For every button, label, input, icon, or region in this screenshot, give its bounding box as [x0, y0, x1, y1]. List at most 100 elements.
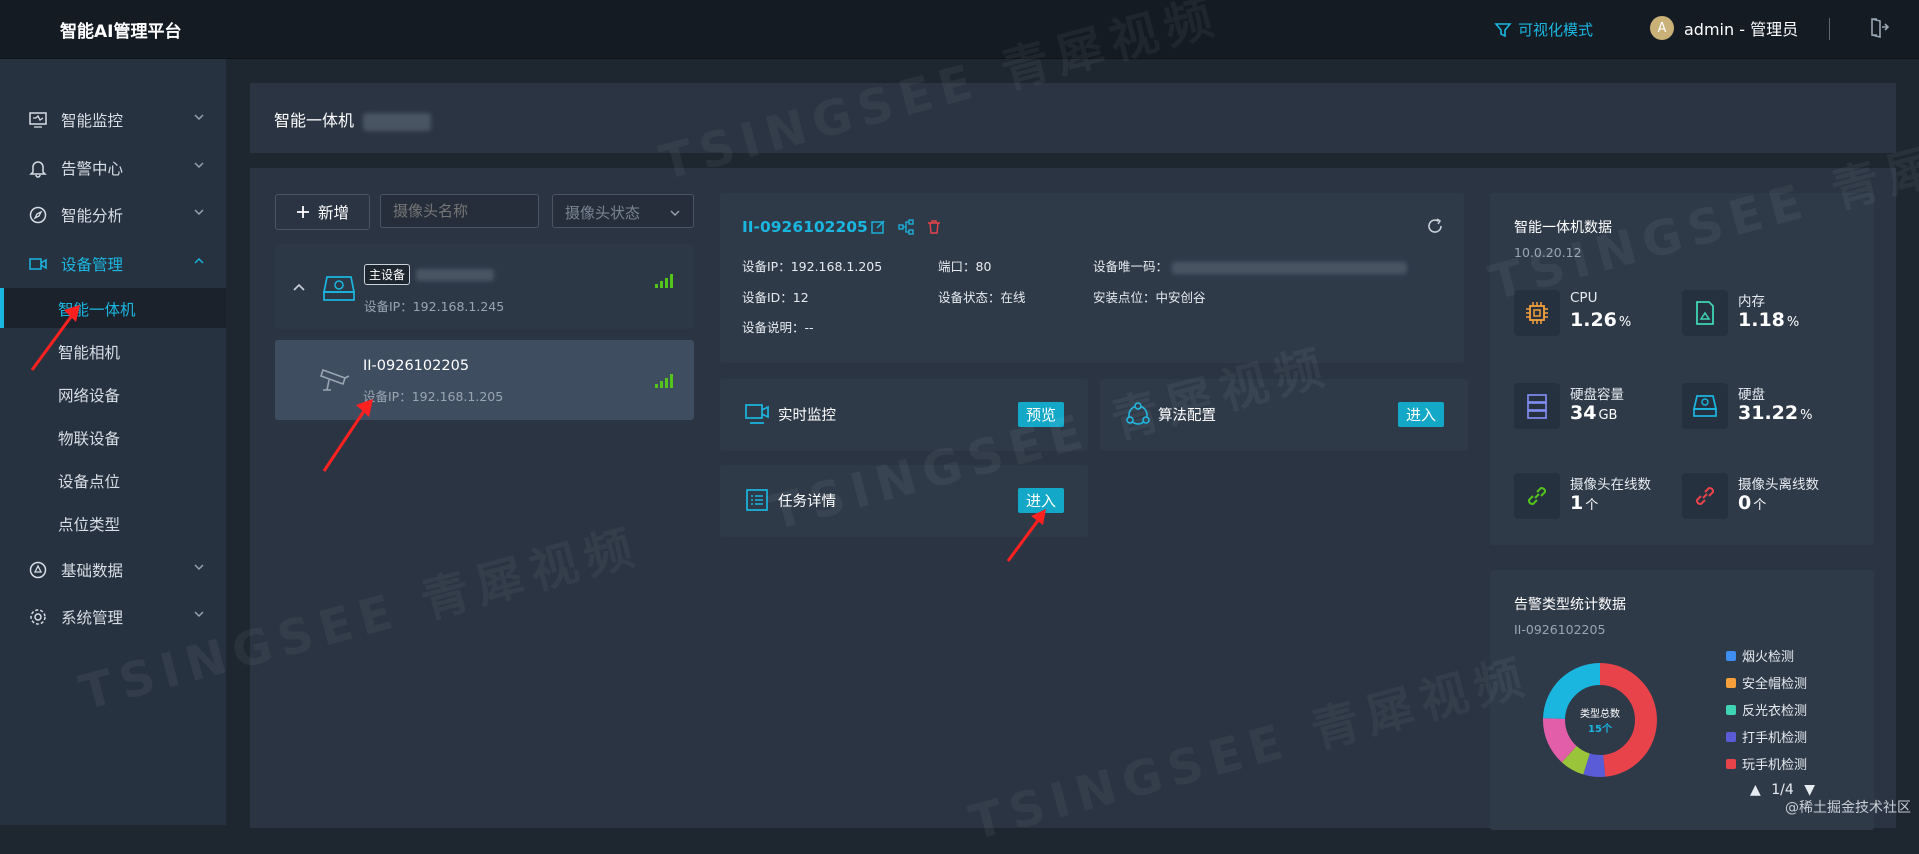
- breadcrumb: 智能一体机: [274, 107, 432, 131]
- legend-item[interactable]: 烟火检测: [1726, 646, 1794, 665]
- chevron-down-icon: [670, 210, 680, 216]
- sidebar-item-alarm[interactable]: 告警中心: [0, 147, 226, 187]
- alarm-stats-device: II-0926102205: [1514, 622, 1606, 637]
- device-info-panel: II-0926102205 设备IP：192.168.1.205 端口：80 设…: [720, 193, 1464, 363]
- annotation-arrow: [30, 305, 80, 371]
- sidebar-item-analysis[interactable]: 智能分析: [0, 194, 226, 234]
- link-icon: [1514, 473, 1560, 519]
- legend-pager: ▲ 1/4 ▼: [1750, 782, 1815, 798]
- edit-icon[interactable]: [870, 219, 886, 235]
- alarm-donut-chart: 类型总数 15个: [1543, 663, 1657, 777]
- app-title: 智能AI管理平台: [60, 22, 182, 42]
- device-ip-label: 设备IP：: [364, 299, 413, 314]
- chevron-down-icon: [194, 114, 204, 120]
- stat-disk: 硬盘 31.22%: [1682, 383, 1852, 435]
- signal-icon: [655, 374, 675, 388]
- sidebar-item-label: 设备管理: [61, 256, 124, 274]
- memory-card-icon: [1682, 290, 1728, 336]
- camera-status-select[interactable]: 摄像头状态: [552, 194, 694, 228]
- chevron-down-icon: [194, 209, 204, 215]
- add-button-label: 新增: [317, 204, 349, 222]
- monitor-icon: [29, 112, 47, 128]
- chevron-down-icon: [194, 564, 204, 570]
- topology-icon[interactable]: [898, 219, 914, 235]
- stat-camera-offline: 摄像头离线数 0个: [1682, 473, 1852, 525]
- stat-disk-capacity: 硬盘容量 34 GB: [1514, 383, 1684, 435]
- gear-icon: [30, 609, 46, 625]
- logout-icon: [1871, 18, 1890, 39]
- device-name: II-0926102205: [363, 358, 470, 374]
- pager-next-button[interactable]: ▼: [1804, 782, 1815, 798]
- redacted-text: [363, 112, 432, 131]
- sidebar-item-device-management[interactable]: 设备管理: [0, 243, 226, 283]
- alarm-stats-title: 告警类型统计数据: [1514, 597, 1626, 613]
- device-info-uid-label: 设备唯一码：: [1093, 259, 1169, 274]
- bell-icon: [29, 161, 47, 178]
- avatar: A: [1650, 16, 1674, 40]
- footer-credit: @稀土掘金技术社区: [1785, 800, 1911, 816]
- server-icon: [1514, 383, 1560, 429]
- device-info-id: 设备ID：12: [742, 290, 809, 305]
- logout-button[interactable]: [1868, 16, 1890, 42]
- sidebar-item-label: 告警中心: [61, 160, 124, 178]
- data-icon: [29, 561, 47, 579]
- stat-memory: 内存 1.18%: [1682, 290, 1852, 342]
- sidebar-subitem-point-type[interactable]: 点位类型: [0, 503, 226, 543]
- redacted-text: [1172, 261, 1407, 274]
- primary-device-tag: 主设备: [364, 264, 411, 285]
- chevron-up-icon: [194, 258, 204, 264]
- visualization-mode-link[interactable]: 可视化模式: [1494, 19, 1593, 40]
- legend-item[interactable]: 打手机检测: [1726, 727, 1807, 746]
- camera-status-placeholder: 摄像头状态: [565, 204, 641, 222]
- user-menu[interactable]: A admin - 管理员: [1650, 16, 1798, 40]
- sidebar-subitem-network-device[interactable]: 网络设备: [0, 374, 226, 414]
- user-name: admin - 管理员: [1684, 20, 1799, 39]
- sidebar-item-label: 智能监控: [61, 112, 124, 130]
- device-card-primary[interactable]: 主设备 设备IP：192.168.1.245: [275, 244, 694, 329]
- delete-icon[interactable]: [926, 219, 942, 235]
- legend-item[interactable]: 反光衣检测: [1726, 700, 1807, 719]
- sidebar-item-monitor[interactable]: 智能监控: [0, 99, 226, 139]
- algorithm-enter-button[interactable]: 进入: [1397, 402, 1444, 427]
- sidebar-item-label: 系统管理: [61, 609, 124, 627]
- add-button[interactable]: 新增: [275, 194, 370, 230]
- device-ip: 192.168.1.205: [411, 389, 504, 404]
- camera-name-input[interactable]: [380, 194, 539, 228]
- plus-icon: [296, 206, 309, 218]
- camera-icon: [319, 368, 350, 391]
- stat-camera-online: 摄像头在线数 1个: [1514, 473, 1684, 525]
- compass-icon: [29, 206, 47, 224]
- broken-link-icon: [1682, 473, 1728, 519]
- device-info-status: 设备状态：在线: [938, 290, 1026, 305]
- device-info-name: II-0926102205: [742, 218, 868, 236]
- device-ip: 192.168.1.245: [412, 299, 505, 314]
- refresh-icon[interactable]: [1426, 217, 1444, 235]
- device-info-port: 端口：80: [938, 259, 992, 274]
- sidebar-item-label: 智能分析: [61, 207, 124, 225]
- sidebar-item-label: 基础数据: [61, 562, 124, 580]
- signal-icon: [655, 274, 675, 288]
- sidebar-item-base-data[interactable]: 基础数据: [0, 549, 226, 589]
- device-info-desc: 设备说明：--: [742, 320, 814, 335]
- alarm-stats-panel: 告警类型统计数据 II-0926102205 类型总数 15个 烟火检测 安全帽…: [1490, 570, 1874, 830]
- chevron-down-icon: [194, 162, 204, 168]
- device-info-location: 安装点位：中安创谷: [1093, 290, 1206, 305]
- filter-icon: [1494, 22, 1512, 37]
- video-monitor-icon: [745, 404, 769, 424]
- pager-text: 1/4: [1771, 782, 1794, 798]
- chevron-up-icon: [293, 283, 305, 291]
- donut-center-value: 15个: [1588, 722, 1613, 735]
- donut-center-label: 类型总数: [1580, 707, 1620, 720]
- legend-item[interactable]: 安全帽检测: [1726, 673, 1807, 692]
- breadcrumb-panel: 智能一体机: [250, 83, 1896, 153]
- redacted-text: [416, 269, 495, 281]
- annotation-arrow: [1006, 509, 1046, 562]
- sidebar-subitem-iot-device[interactable]: 物联设备: [0, 417, 226, 457]
- sidebar-subitem-device-point[interactable]: 设备点位: [0, 460, 226, 500]
- annotation-arrow: [322, 399, 373, 472]
- camera-device-icon: [29, 258, 47, 270]
- legend-item[interactable]: 玩手机检测: [1726, 754, 1807, 773]
- feature-label: 实时监控: [778, 408, 836, 424]
- hard-drive-icon: [322, 276, 356, 301]
- pager-prev-button[interactable]: ▲: [1750, 782, 1761, 798]
